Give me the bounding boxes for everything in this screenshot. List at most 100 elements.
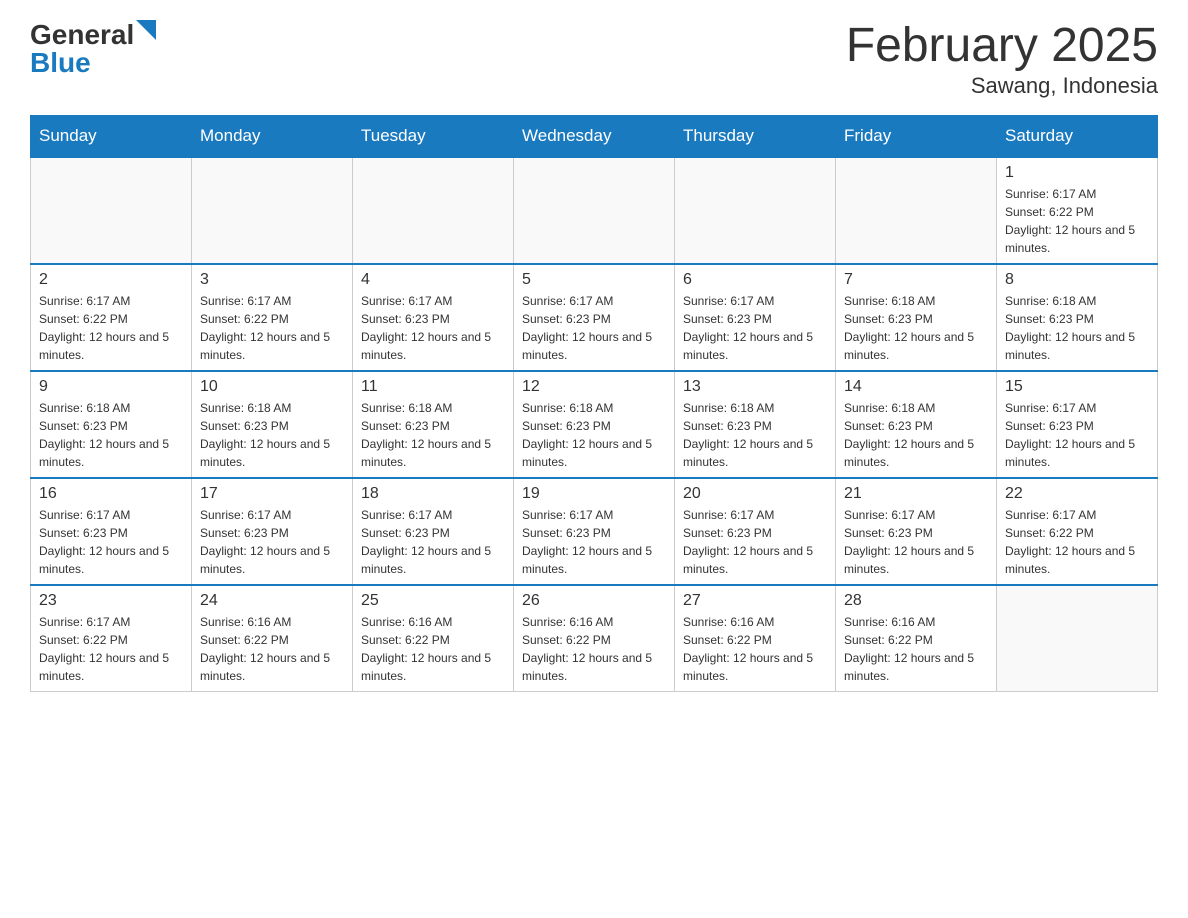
col-tuesday: Tuesday [353,115,514,157]
day-number: 9 [39,378,183,396]
table-row: 22Sunrise: 6:17 AM Sunset: 6:22 PM Dayli… [997,478,1158,585]
day-info: Sunrise: 6:17 AM Sunset: 6:23 PM Dayligh… [522,292,666,364]
table-row: 27Sunrise: 6:16 AM Sunset: 6:22 PM Dayli… [675,585,836,692]
logo-arrow-icon [136,20,156,40]
day-info: Sunrise: 6:18 AM Sunset: 6:23 PM Dayligh… [1005,292,1149,364]
col-wednesday: Wednesday [514,115,675,157]
day-number: 6 [683,271,827,289]
day-number: 10 [200,378,344,396]
day-info: Sunrise: 6:17 AM Sunset: 6:22 PM Dayligh… [39,613,183,685]
day-number: 23 [39,592,183,610]
day-number: 7 [844,271,988,289]
table-row [997,585,1158,692]
day-number: 14 [844,378,988,396]
day-number: 15 [1005,378,1149,396]
location-title: Sawang, Indonesia [846,73,1158,99]
day-info: Sunrise: 6:17 AM Sunset: 6:22 PM Dayligh… [1005,185,1149,257]
day-number: 28 [844,592,988,610]
table-row: 26 Sunrise: 6:16 AM Sunset: 6:22 PM Dayli… [514,585,675,692]
day-info: Sunrise: 6:18 AM Sunset: 6:23 PM Dayligh… [361,399,505,471]
day-info: Sunrise: 6:18 AM Sunset: 6:23 PM Dayligh… [522,399,666,471]
day-info: Sunrise: 6:17 AM Sunset: 6:23 PM Dayligh… [361,292,505,364]
col-sunday: Sunday [31,115,192,157]
table-row: 2 Sunrise: 6:17 AM Sunset: 6:22 PM Daylig… [31,264,192,371]
calendar-week-row: 2 Sunrise: 6:17 AM Sunset: 6:22 PM Daylig… [31,264,1158,371]
day-info: Sunrise: 6:16 AM Sunset: 6:22 PM Dayligh… [522,613,666,685]
day-number: 19 [522,485,666,503]
day-number: 20 [683,485,827,503]
day-number: 12 [522,378,666,396]
col-thursday: Thursday [675,115,836,157]
day-info: Sunrise: 6:18 AM Sunset: 6:23 PM Dayligh… [844,399,988,471]
table-row: 20 Sunrise: 6:17 AM Sunset: 6:23 PM Dayli… [675,478,836,585]
calendar-week-row: 23 Sunrise: 6:17 AM Sunset: 6:22 PM Dayli… [31,585,1158,692]
day-info: Sunrise: 6:18 AM Sunset: 6:23 PM Dayligh… [844,292,988,364]
day-info: Sunrise: 6:17 AM Sunset: 6:22 PM Dayligh… [200,292,344,364]
table-row: 21 Sunrise: 6:17 AM Sunset: 6:23 PM Dayli… [836,478,997,585]
day-number: 17 [200,485,344,503]
day-number: 4 [361,271,505,289]
table-row: 28 Sunrise: 6:16 AM Sunset: 6:22 PM Dayli… [836,585,997,692]
day-number: 11 [361,378,505,396]
calendar-table: Sunday Monday Tuesday Wednesday Thursday… [30,115,1158,692]
table-row [836,157,997,264]
table-row [514,157,675,264]
day-number: 1 [1005,164,1149,182]
day-number: 13 [683,378,827,396]
page-header: General Blue February 2025 Sawang, Indon… [30,20,1158,99]
table-row: 10 Sunrise: 6:18 AM Sunset: 6:23 PM Dayli… [192,371,353,478]
calendar-header-row: Sunday Monday Tuesday Wednesday Thursday… [31,115,1158,157]
table-row [31,157,192,264]
day-info: Sunrise: 6:17 AM Sunset: 6:22 PM Dayligh… [39,292,183,364]
title-section: February 2025 Sawang, Indonesia [846,20,1158,99]
logo-blue: Blue [30,47,91,78]
table-row: 9 Sunrise: 6:18 AM Sunset: 6:23 PM Daylig… [31,371,192,478]
logo-general: General [30,21,134,49]
day-info: Sunrise: 6:18 AM Sunset: 6:23 PM Dayligh… [39,399,183,471]
table-row: 19 Sunrise: 6:17 AM Sunset: 6:23 PM Dayli… [514,478,675,585]
table-row: 17 Sunrise: 6:17 AM Sunset: 6:23 PM Dayli… [192,478,353,585]
day-info: Sunrise: 6:17 AM Sunset: 6:23 PM Dayligh… [844,506,988,578]
day-number: 18 [361,485,505,503]
table-row: 7 Sunrise: 6:18 AM Sunset: 6:23 PM Daylig… [836,264,997,371]
day-number: 8 [1005,271,1149,289]
day-number: 25 [361,592,505,610]
day-number: 2 [39,271,183,289]
table-row: 3Sunrise: 6:17 AM Sunset: 6:22 PM Daylig… [192,264,353,371]
calendar-week-row: 16 Sunrise: 6:17 AM Sunset: 6:23 PM Dayli… [31,478,1158,585]
table-row: 23 Sunrise: 6:17 AM Sunset: 6:22 PM Dayli… [31,585,192,692]
table-row: 16Sunrise: 6:17 AM Sunset: 6:23 PM Dayli… [31,478,192,585]
day-info: Sunrise: 6:17 AM Sunset: 6:23 PM Dayligh… [1005,399,1149,471]
day-info: Sunrise: 6:17 AM Sunset: 6:23 PM Dayligh… [683,292,827,364]
calendar-week-row: 1 Sunrise: 6:17 AM Sunset: 6:22 PM Daylig… [31,157,1158,264]
calendar-week-row: 9 Sunrise: 6:18 AM Sunset: 6:23 PM Daylig… [31,371,1158,478]
day-info: Sunrise: 6:17 AM Sunset: 6:22 PM Dayligh… [1005,506,1149,578]
table-row [353,157,514,264]
day-info: Sunrise: 6:18 AM Sunset: 6:23 PM Dayligh… [200,399,344,471]
table-row: 24Sunrise: 6:16 AM Sunset: 6:22 PM Dayli… [192,585,353,692]
table-row: 13Sunrise: 6:18 AM Sunset: 6:23 PM Dayli… [675,371,836,478]
table-row: 6 Sunrise: 6:17 AM Sunset: 6:23 PM Daylig… [675,264,836,371]
table-row: 25Sunrise: 6:16 AM Sunset: 6:22 PM Dayli… [353,585,514,692]
table-row: 5Sunrise: 6:17 AM Sunset: 6:23 PM Daylig… [514,264,675,371]
day-info: Sunrise: 6:16 AM Sunset: 6:22 PM Dayligh… [844,613,988,685]
day-number: 21 [844,485,988,503]
table-row: 8 Sunrise: 6:18 AM Sunset: 6:23 PM Daylig… [997,264,1158,371]
col-monday: Monday [192,115,353,157]
table-row: 18 Sunrise: 6:17 AM Sunset: 6:23 PM Dayli… [353,478,514,585]
month-title: February 2025 [846,20,1158,73]
table-row: 1 Sunrise: 6:17 AM Sunset: 6:22 PM Daylig… [997,157,1158,264]
day-number: 26 [522,592,666,610]
col-saturday: Saturday [997,115,1158,157]
day-info: Sunrise: 6:17 AM Sunset: 6:23 PM Dayligh… [522,506,666,578]
table-row [675,157,836,264]
table-row: 14 Sunrise: 6:18 AM Sunset: 6:23 PM Dayli… [836,371,997,478]
table-row: 4 Sunrise: 6:17 AM Sunset: 6:23 PM Daylig… [353,264,514,371]
logo: General Blue [30,20,156,77]
day-number: 24 [200,592,344,610]
day-info: Sunrise: 6:17 AM Sunset: 6:23 PM Dayligh… [200,506,344,578]
day-info: Sunrise: 6:17 AM Sunset: 6:23 PM Dayligh… [361,506,505,578]
day-info: Sunrise: 6:17 AM Sunset: 6:23 PM Dayligh… [683,506,827,578]
day-number: 16 [39,485,183,503]
table-row: 12 Sunrise: 6:18 AM Sunset: 6:23 PM Dayli… [514,371,675,478]
